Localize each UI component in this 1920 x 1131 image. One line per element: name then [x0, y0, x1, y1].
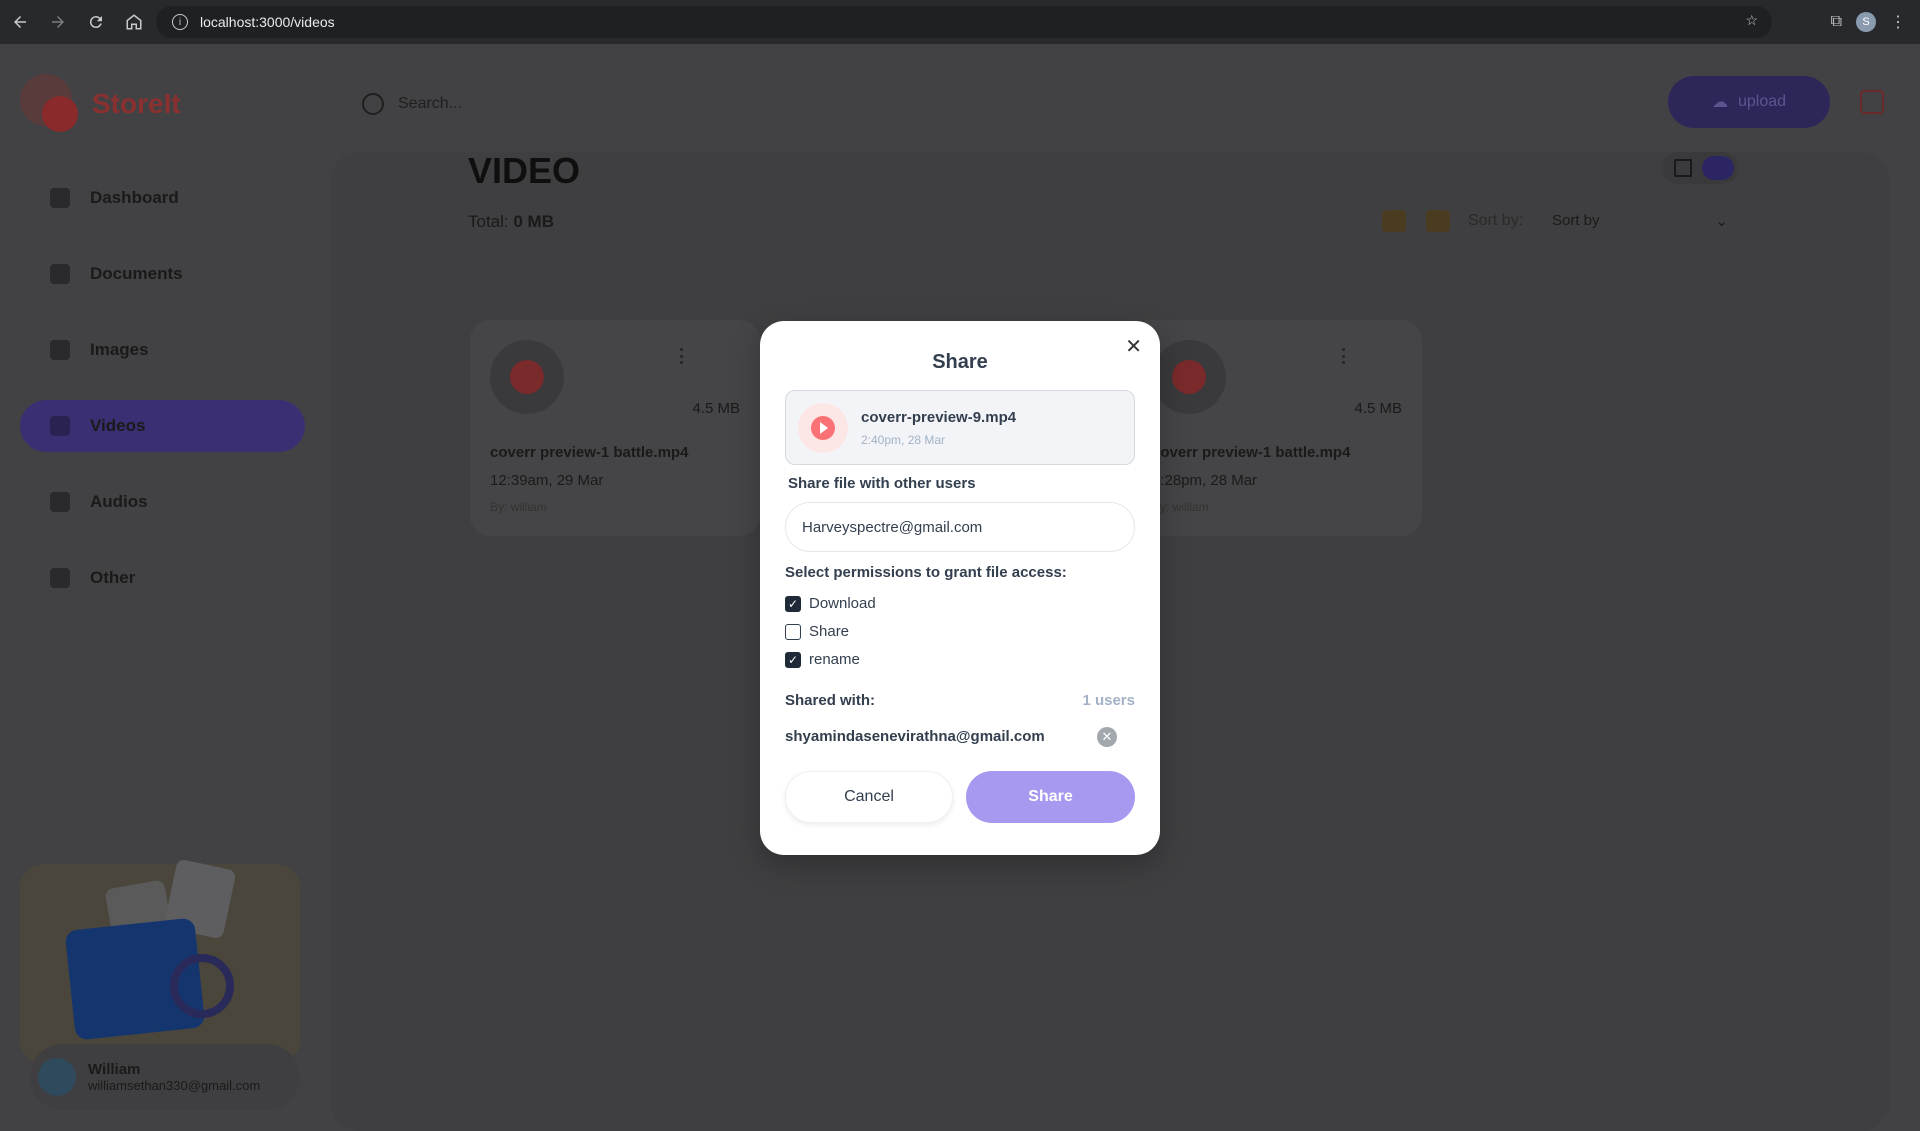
sidebar-item-label: Images	[90, 340, 149, 359]
permission-label: rename	[809, 651, 860, 668]
play-icon	[1172, 360, 1206, 394]
other-icon	[50, 568, 70, 588]
sidebar-item-dashboard[interactable]: Dashboard	[20, 172, 305, 224]
file-name: coverr preview-1 battle.mp4	[490, 444, 689, 461]
home-icon[interactable]	[116, 4, 152, 40]
dashboard-icon	[50, 188, 70, 208]
permission-label: Share	[809, 623, 850, 640]
chevron-down-icon: ⌄	[1715, 213, 1728, 230]
checkbox-rename[interactable]: ✓	[785, 651, 801, 668]
videos-icon	[50, 416, 70, 436]
permission-rename[interactable]: ✓ rename	[785, 651, 860, 668]
documents-icon	[50, 264, 70, 284]
profile-avatar[interactable]: S	[1856, 12, 1876, 32]
remove-user-icon[interactable]: ✕	[1097, 727, 1117, 747]
file-card[interactable]: 4.5 MB coverr preview-1 battle.mp4 2:28p…	[1132, 320, 1422, 536]
back-icon[interactable]	[2, 4, 38, 40]
logo-icon	[20, 74, 80, 134]
address-bar[interactable]: i localhost:3000/videos ☆	[156, 6, 1772, 38]
page-title: VIDEO	[468, 150, 581, 191]
share-dialog: ✕ Share coverr-preview-9.mp4 2:40pm, 28 …	[760, 321, 1160, 855]
grid-icon	[1674, 159, 1692, 177]
user-name: William	[88, 1061, 141, 1078]
file-name: coverr-preview-9.mp4	[861, 409, 1017, 426]
upload-label: upload	[1737, 93, 1787, 110]
images-icon	[50, 340, 70, 360]
file-date: 12:39am, 29 Mar	[490, 472, 604, 489]
file-date: 2:28pm, 28 Mar	[1152, 472, 1258, 489]
share-with-label: Share file with other users	[788, 475, 976, 492]
new-folder-icon[interactable]	[1382, 210, 1406, 232]
sidebar-item-audios[interactable]: Audios	[20, 476, 305, 528]
checkbox-download[interactable]: ✓	[785, 595, 801, 612]
extensions-icon[interactable]: ⧉	[1831, 13, 1842, 31]
permissions-label: Select permissions to grant file access:	[785, 564, 1067, 581]
file-owner: By: william	[1152, 500, 1209, 514]
sidebar-item-label: Documents	[90, 264, 183, 283]
file-size: 4.5 MB	[692, 400, 740, 417]
sort-select[interactable]: Sort by ⌄	[1540, 200, 1740, 244]
logo[interactable]: StoreIt	[20, 74, 181, 134]
sidebar-item-label: Audios	[90, 492, 148, 511]
permission-share[interactable]: Share	[785, 623, 849, 640]
sidebar-nav: Dashboard Documents Images Videos Audios…	[20, 172, 305, 628]
permission-label: Download	[809, 595, 876, 612]
shared-count: 1 users	[1082, 692, 1135, 709]
browser-menu-icon[interactable]: ⋮	[1890, 12, 1906, 32]
search-placeholder: Search...	[398, 95, 463, 112]
dialog-title: Share	[932, 351, 988, 373]
forward-icon[interactable]	[40, 4, 76, 40]
file-card[interactable]: 4.5 MB coverr preview-1 battle.mp4 12:39…	[470, 320, 760, 536]
total-value: 0 MB	[513, 212, 554, 231]
sidebar-item-label: Dashboard	[90, 188, 179, 207]
permission-download[interactable]: ✓ Download	[785, 595, 876, 612]
logout-icon[interactable]	[1860, 90, 1884, 114]
sidebar-item-documents[interactable]: Documents	[20, 248, 305, 300]
checkbox-share[interactable]	[785, 623, 801, 640]
files-illustration	[20, 858, 300, 1064]
avatar	[38, 1058, 76, 1096]
total-label: Total:	[468, 212, 509, 231]
sidebar-item-label: Videos	[90, 416, 146, 435]
upload-button[interactable]: ☁ upload	[1668, 76, 1830, 128]
play-icon	[510, 360, 544, 394]
reload-icon[interactable]	[78, 4, 114, 40]
shared-with-label: Shared with:	[785, 692, 876, 709]
sidebar-item-videos[interactable]: Videos	[20, 400, 305, 452]
total-size: Total: 0 MB	[468, 212, 554, 232]
bookmark-star-icon[interactable]: ☆	[1745, 12, 1758, 29]
sidebar-item-label: Other	[90, 568, 136, 587]
site-info-icon[interactable]: i	[172, 14, 188, 30]
logo-text: StoreIt	[92, 88, 181, 119]
view-toggle[interactable]	[1662, 152, 1738, 184]
shared-file-preview: coverr-preview-9.mp4 2:40pm, 28 Mar	[785, 390, 1135, 465]
audios-icon	[50, 492, 70, 512]
sidebar: StoreIt Dashboard Documents Images Video…	[0, 44, 330, 1131]
cloud-upload-icon: ☁	[1711, 94, 1728, 111]
url-text: localhost:3000/videos	[200, 14, 335, 30]
email-field[interactable]	[785, 502, 1135, 552]
sidebar-item-images[interactable]: Images	[20, 324, 305, 376]
file-name: coverr preview-1 battle.mp4	[1152, 444, 1351, 461]
shared-user-email: shyamindasenevirathna@gmail.com	[785, 728, 1045, 745]
share-button[interactable]: Share	[966, 771, 1135, 823]
more-options-icon[interactable]	[1342, 348, 1346, 364]
search-icon	[362, 93, 384, 115]
sidebar-item-other[interactable]: Other	[20, 552, 305, 604]
sort-label: Sort by:	[1468, 212, 1524, 229]
sort-selected-value: Sort by	[1552, 212, 1600, 229]
user-profile-card[interactable]: William williamsethan330@gmail.com	[30, 1044, 300, 1110]
file-date: 2:40pm, 28 Mar	[861, 433, 946, 447]
play-icon	[811, 416, 835, 440]
more-options-icon[interactable]	[680, 348, 684, 364]
file-size: 4.5 MB	[1354, 400, 1402, 417]
folder-icon[interactable]	[1426, 210, 1450, 232]
toggle-knob	[1702, 156, 1734, 180]
cancel-button[interactable]: Cancel	[785, 771, 953, 823]
search-bar[interactable]: Search...	[348, 80, 828, 128]
browser-toolbar: i localhost:3000/videos ☆ ⧉ S ⋮	[0, 0, 1920, 44]
user-email: williamsethan330@gmail.com	[88, 1078, 261, 1093]
file-owner: By: william	[490, 500, 547, 514]
folder-actions	[1382, 210, 1450, 232]
